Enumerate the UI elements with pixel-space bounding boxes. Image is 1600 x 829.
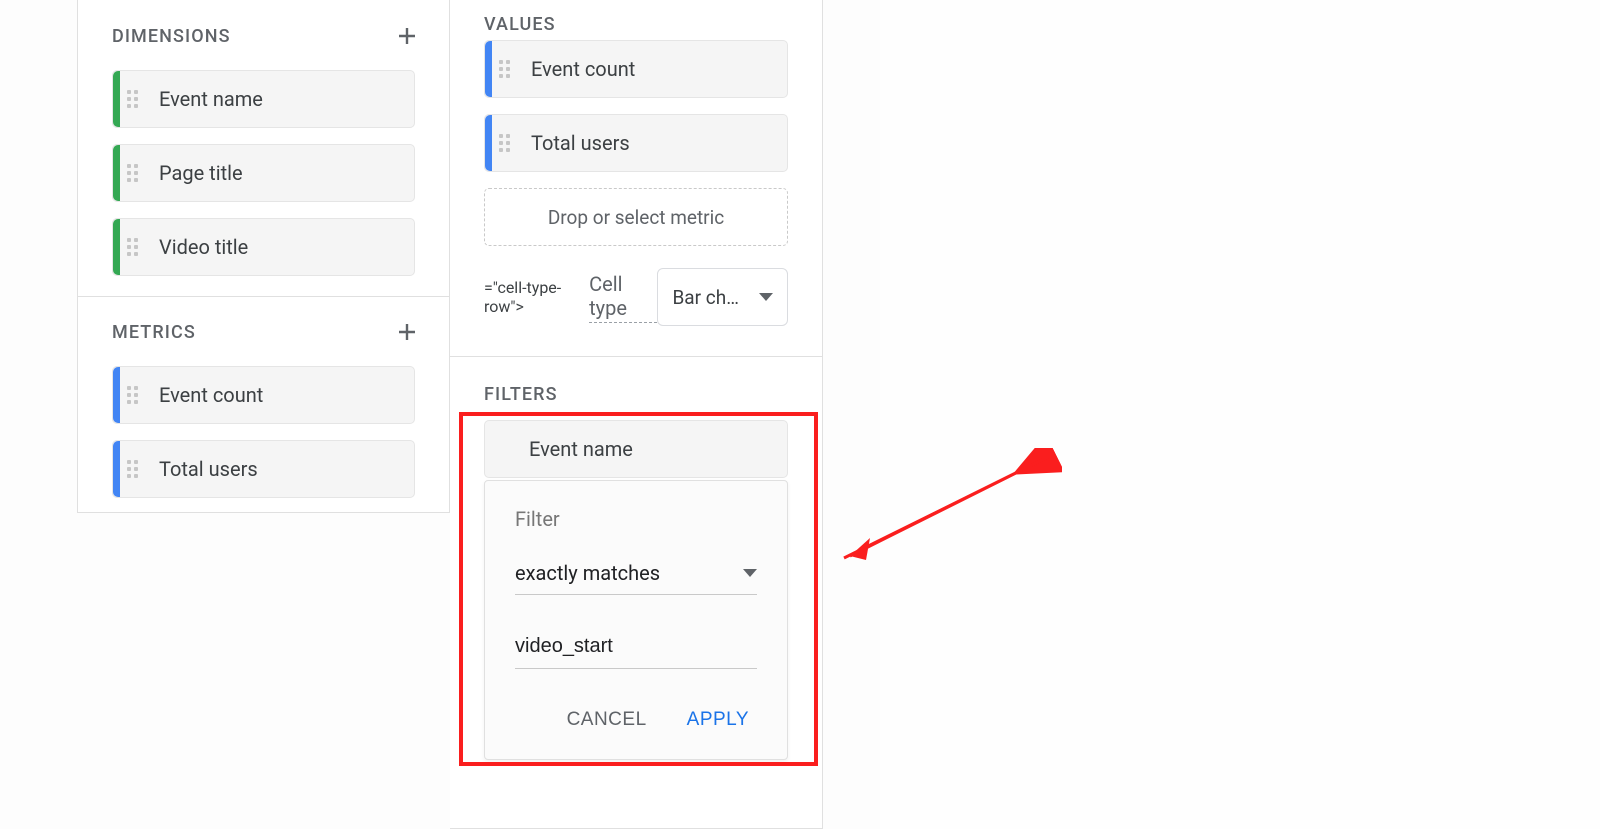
filter-editor-title: Filter xyxy=(515,507,560,531)
metrics-list: Event count Total users xyxy=(112,366,415,498)
value-chip[interactable]: Event count xyxy=(484,40,788,98)
drag-handle-icon xyxy=(499,60,517,78)
metric-chip[interactable]: Total users xyxy=(112,440,415,498)
dimension-chip-label: Video title xyxy=(159,235,414,259)
divider xyxy=(78,296,449,297)
plus-icon xyxy=(395,24,419,48)
dimension-chip-label: Page title xyxy=(159,161,414,185)
dimensions-label: DIMENSIONS xyxy=(112,26,231,47)
metric-chip-label: Total users xyxy=(159,457,414,481)
drag-handle-icon xyxy=(127,238,145,256)
drag-handle-icon xyxy=(127,164,145,182)
add-metric-button[interactable] xyxy=(391,316,423,348)
filter-dimension-label: Event name xyxy=(529,437,633,461)
apply-button[interactable]: APPLY xyxy=(683,703,753,737)
value-chip[interactable]: Total users xyxy=(484,114,788,172)
add-dimension-button[interactable] xyxy=(391,20,423,52)
filter-match-value: exactly matches xyxy=(515,561,660,585)
value-chip-label: Event count xyxy=(531,57,787,81)
metric-chip[interactable]: Event count xyxy=(112,366,415,424)
blank-area xyxy=(880,0,1600,829)
drag-handle-icon xyxy=(127,90,145,108)
dimensions-header: DIMENSIONS xyxy=(78,12,449,60)
drop-metric-slot[interactable]: Drop or select metric xyxy=(484,188,788,246)
divider xyxy=(450,356,822,357)
dimension-chip-label: Event name xyxy=(159,87,414,111)
drag-handle-icon xyxy=(127,386,145,404)
drag-handle-icon xyxy=(127,460,145,478)
filter-value-input[interactable] xyxy=(515,625,757,669)
cell-type-select[interactable]: Bar ch… xyxy=(657,268,788,326)
tab-settings-panel: VALUES Event count Total users Drop or s… xyxy=(450,0,823,829)
filter-match-select[interactable]: exactly matches xyxy=(515,551,757,595)
metrics-header: METRICS xyxy=(78,308,449,356)
chevron-down-icon xyxy=(743,569,757,577)
filters-label: FILTERS xyxy=(484,384,558,405)
metrics-label: METRICS xyxy=(112,322,196,343)
dimension-chip[interactable]: Event name xyxy=(112,70,415,128)
dimension-chip[interactable]: Page title xyxy=(112,144,415,202)
drop-hint: Drop or select metric xyxy=(548,206,724,229)
cell-type-value: Bar ch… xyxy=(672,286,738,309)
dimensions-list: Event name Page title Video title xyxy=(112,70,415,276)
cancel-button[interactable]: CANCEL xyxy=(563,703,651,737)
filter-dimension-chip[interactable]: Event name xyxy=(484,420,788,478)
plus-icon xyxy=(395,320,419,344)
cell-type-label: Cell type xyxy=(589,272,657,323)
drag-handle-icon xyxy=(499,134,517,152)
chevron-down-icon xyxy=(759,293,773,301)
values-list: Event count Total users Drop or select m… xyxy=(484,40,788,246)
variables-panel: DIMENSIONS Event name Page title Video t… xyxy=(77,0,450,513)
values-label: VALUES xyxy=(484,14,556,35)
metric-chip-label: Event count xyxy=(159,383,414,407)
value-chip-label: Total users xyxy=(531,131,787,155)
dimension-chip[interactable]: Video title xyxy=(112,218,415,276)
filter-editor-card: Filter exactly matches CANCEL APPLY xyxy=(484,480,788,760)
